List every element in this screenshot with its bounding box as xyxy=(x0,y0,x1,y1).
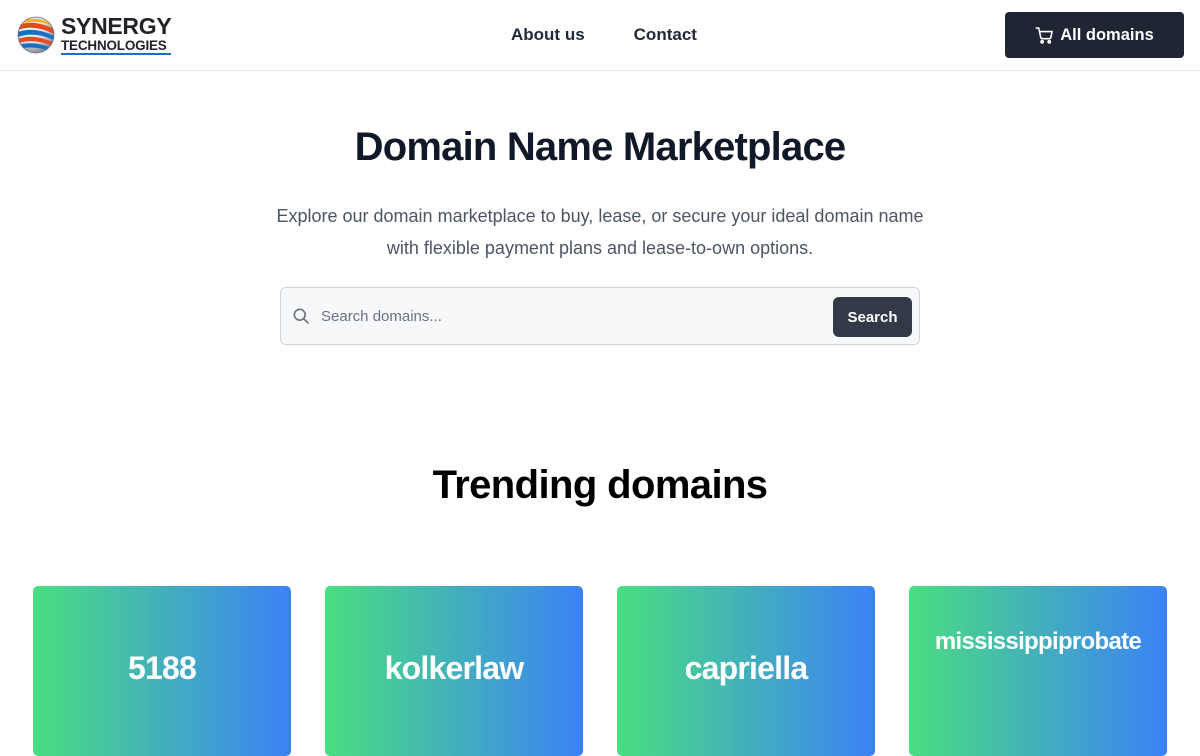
all-domains-label: All domains xyxy=(1060,25,1154,44)
trending-domains-list: 5188 kolkerlaw capriella mississippiprob… xyxy=(33,586,1167,756)
globe-logo-icon xyxy=(17,16,55,54)
all-domains-button[interactable]: All domains xyxy=(1005,12,1184,58)
domain-card-name: kolkerlaw xyxy=(384,650,524,686)
domain-card[interactable]: capriella xyxy=(617,586,875,756)
page-title: Domain Name Marketplace xyxy=(354,125,846,169)
domain-search-bar: Search xyxy=(280,287,920,345)
main-nav: About us Contact xyxy=(511,24,697,46)
search-icon xyxy=(293,308,309,324)
cart-icon xyxy=(1035,26,1054,44)
nav-contact[interactable]: Contact xyxy=(634,24,697,46)
search-button[interactable]: Search xyxy=(833,297,912,337)
domain-card-name: 5188 xyxy=(128,650,197,686)
logo-text: SYNERGY TECHNOLOGIES xyxy=(61,12,172,56)
domain-card-name: capriella xyxy=(684,650,808,686)
domain-card-name: mississippiprobate xyxy=(934,628,1142,655)
nav-about-us[interactable]: About us xyxy=(511,24,585,46)
site-logo[interactable]: SYNERGY TECHNOLOGIES xyxy=(16,13,181,57)
search-input[interactable] xyxy=(321,296,821,336)
site-header: SYNERGY TECHNOLOGIES About us Contact Al… xyxy=(0,0,1200,71)
domain-card[interactable]: 5188 xyxy=(33,586,291,756)
hero-description: Explore our domain marketplace to buy, l… xyxy=(276,206,924,258)
logo-word-synergy: SYNERGY xyxy=(61,12,172,39)
domain-card[interactable]: mississippiprobate xyxy=(909,586,1167,756)
trending-title: Trending domains xyxy=(432,463,768,507)
domain-card[interactable]: kolkerlaw xyxy=(325,586,583,756)
logo-word-technologies: TECHNOLOGIES xyxy=(61,39,172,56)
